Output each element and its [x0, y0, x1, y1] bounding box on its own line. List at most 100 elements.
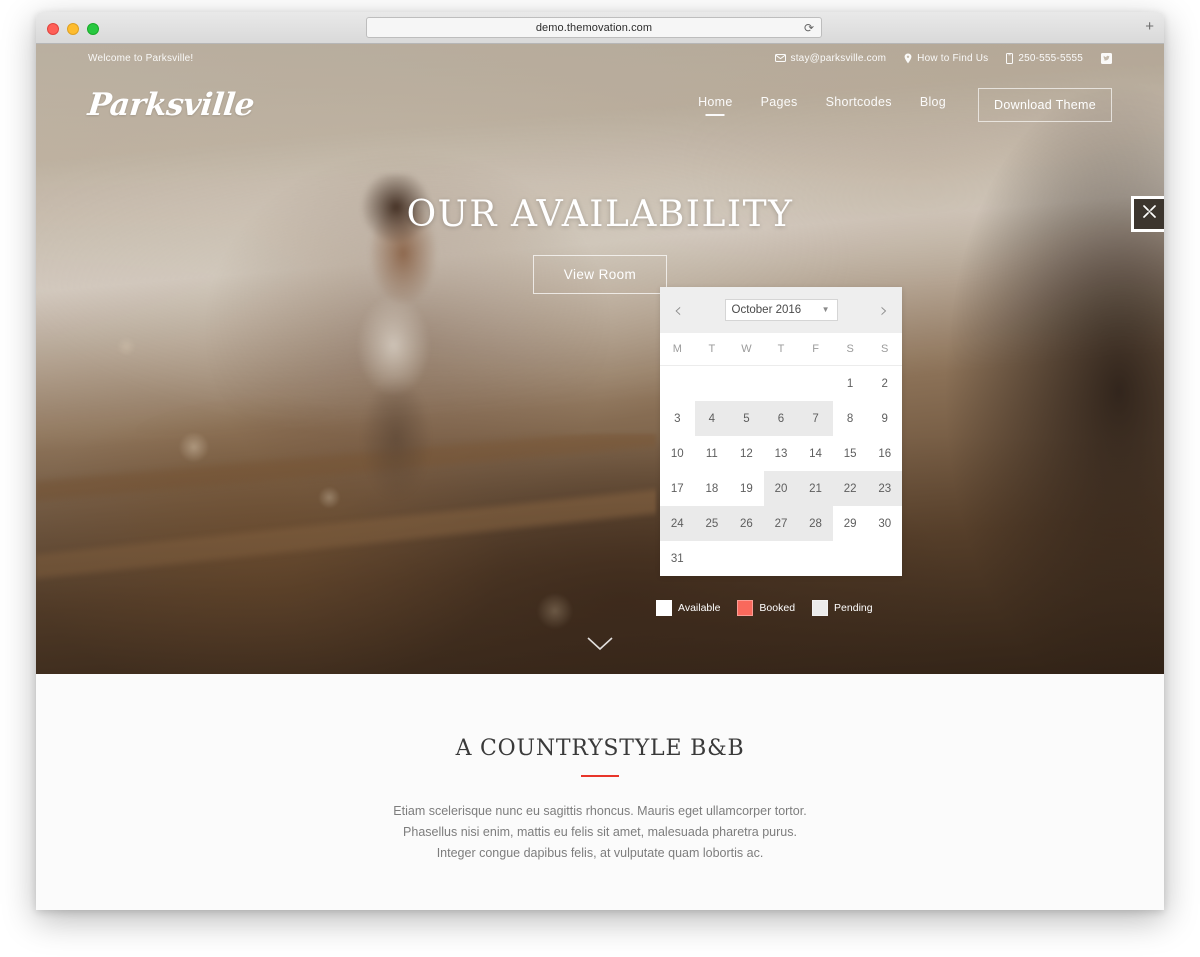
about-section: A COUNTRYSTYLE B&B Etiam scelerisque nun… — [36, 674, 1164, 910]
calendar-day-cell[interactable]: 21 — [798, 471, 833, 506]
calendar-empty-cell — [798, 541, 833, 576]
calendar-day-cell[interactable]: 31 — [660, 541, 695, 576]
chevron-left-icon[interactable]: ‹ — [674, 300, 682, 320]
calendar-day-cell[interactable]: 6 — [763, 401, 799, 436]
hero-section: Welcome to Parksville! stay@parksville.c… — [36, 44, 1164, 674]
calendar-header: ‹ October 2016 ▼ › — [660, 287, 902, 333]
welcome-message: Welcome to Parksville! — [88, 52, 194, 64]
email-link[interactable]: stay@parksville.com — [774, 52, 887, 64]
about-line-3: Integer congue dapibus felis, at vulputa… — [436, 846, 764, 860]
about-line-2: Phasellus nisi enim, mattis eu felis sit… — [403, 825, 797, 839]
calendar-day-cell[interactable]: 23 — [867, 471, 902, 506]
calendar-day-cell[interactable]: 9 — [867, 401, 902, 436]
availability-calendar: ‹ October 2016 ▼ › M T W T F S S 123456 — [660, 287, 902, 576]
chevron-right-icon[interactable]: › — [880, 300, 888, 320]
weekday-label: M — [672, 343, 682, 355]
calendar-day-cell[interactable]: 12 — [729, 436, 764, 471]
calendar-day-cell[interactable]: 20 — [763, 471, 799, 506]
legend-label: Pending — [834, 602, 873, 614]
calendar-day-cell[interactable]: 25 — [694, 506, 730, 541]
calendar-day-cell[interactable]: 2 — [867, 366, 902, 401]
calendar-empty-cell — [660, 366, 695, 401]
tools-icon — [1142, 204, 1157, 224]
calendar-day-cell[interactable]: 14 — [798, 436, 833, 471]
calendar-day-cell[interactable]: 29 — [832, 506, 868, 541]
legend-item-pending: Pending — [812, 600, 873, 616]
nav-item-pages[interactable]: Pages — [761, 95, 798, 116]
phone-text: 250-555-5555 — [1018, 52, 1083, 64]
nav-item-shortcodes[interactable]: Shortcodes — [826, 95, 892, 116]
close-window-button[interactable] — [47, 23, 59, 35]
window-controls — [47, 23, 99, 35]
calendar-empty-cell — [763, 366, 799, 401]
map-pin-icon — [904, 53, 912, 64]
weekday-label: W — [741, 343, 752, 355]
hero-title: OUR AVAILABILITY — [406, 194, 794, 235]
calendar-day-cell[interactable]: 5 — [729, 401, 764, 436]
chevron-down-icon: ▼ — [821, 305, 830, 314]
download-theme-button[interactable]: Download Theme — [978, 88, 1112, 122]
address-bar[interactable]: demo.themovation.com ⟳ — [366, 17, 822, 38]
legend-swatch — [812, 600, 829, 616]
calendar-day-cell[interactable]: 11 — [694, 436, 730, 471]
about-paragraph: Etiam scelerisque nunc eu sagittis rhonc… — [36, 801, 1164, 864]
email-text: stay@parksville.com — [790, 52, 887, 64]
about-title: A COUNTRYSTYLE B&B — [455, 736, 745, 761]
phone-link[interactable]: 250-555-5555 — [1006, 52, 1083, 64]
calendar-day-cell[interactable]: 17 — [660, 471, 695, 506]
view-room-button[interactable]: View Room — [532, 255, 668, 294]
legend-label: Booked — [759, 602, 796, 614]
weekday-label: S — [846, 343, 854, 355]
calendar-day-cell[interactable]: 27 — [763, 506, 799, 541]
calendar-weekday-row: M T W T F S S — [660, 333, 902, 366]
calendar-week-row: 24 25 26 27 28 29 30 — [660, 506, 902, 541]
new-tab-button[interactable]: + — [1145, 19, 1154, 34]
nav-links-group: Home Pages Shortcodes Blog Download Them… — [698, 88, 1112, 122]
calendar-day-cell[interactable]: 10 — [660, 436, 695, 471]
calendar-week-row: 17 18 19 20 21 22 23 — [660, 471, 902, 506]
calendar-day-cell[interactable]: 7 — [798, 401, 833, 436]
calendar-day-cell[interactable]: 30 — [867, 506, 902, 541]
calendar-day-cell[interactable]: 26 — [729, 506, 764, 541]
main-navigation: Parksville Home Pages Shortcodes Blog Do… — [36, 72, 1164, 138]
legend-swatch — [737, 600, 754, 616]
directions-text: How to Find Us — [917, 52, 989, 64]
calendar-day-cell[interactable]: 22 — [832, 471, 868, 506]
month-value: October 2016 — [731, 304, 802, 316]
calendar-empty-cell — [867, 541, 902, 576]
weekday-label: S — [881, 343, 889, 355]
calendar-day-cell[interactable]: 4 — [694, 401, 730, 436]
mobile-phone-icon — [1006, 52, 1014, 64]
directions-link[interactable]: How to Find Us — [904, 53, 988, 64]
legend-item-booked: Booked — [737, 600, 795, 616]
hero-content: OUR AVAILABILITY View Room — [36, 194, 1164, 294]
hero-shade-overlay — [36, 44, 1164, 674]
top-info-bar: Welcome to Parksville! stay@parksville.c… — [36, 44, 1164, 72]
calendar-empty-cell — [763, 541, 799, 576]
calendar-day-cell[interactable]: 3 — [660, 401, 695, 436]
weekday-label: F — [812, 343, 819, 355]
calendar-day-cell[interactable]: 19 — [729, 471, 764, 506]
zoom-window-button[interactable] — [87, 23, 99, 35]
page-viewport: Welcome to Parksville! stay@parksville.c… — [36, 44, 1164, 910]
nav-item-blog[interactable]: Blog — [920, 95, 946, 116]
site-logo[interactable]: Parksville — [86, 87, 256, 123]
calendar-day-cell[interactable]: 15 — [832, 436, 868, 471]
minimize-window-button[interactable] — [67, 23, 79, 35]
twitter-icon[interactable] — [1101, 52, 1112, 64]
calendar-day-cell[interactable]: 8 — [832, 401, 868, 436]
chevron-down-icon[interactable] — [587, 637, 613, 656]
calendar-day-cell[interactable]: 16 — [867, 436, 902, 471]
month-select[interactable]: October 2016 ▼ — [724, 299, 838, 321]
calendar-day-cell[interactable]: 24 — [660, 506, 695, 541]
calendar-day-cell[interactable]: 18 — [694, 471, 730, 506]
calendar-day-cell[interactable]: 13 — [763, 436, 799, 471]
calendar-week-row: 31 — [660, 541, 902, 576]
calendar-day-cell[interactable]: 28 — [798, 506, 833, 541]
calendar-week-row: 12 — [660, 366, 902, 401]
reload-icon[interactable]: ⟳ — [804, 22, 814, 34]
nav-item-home[interactable]: Home — [698, 95, 733, 116]
calendar-week-row: 10 11 12 13 14 15 16 — [660, 436, 902, 471]
theme-settings-tab[interactable] — [1134, 199, 1164, 229]
calendar-day-cell[interactable]: 1 — [832, 366, 868, 401]
